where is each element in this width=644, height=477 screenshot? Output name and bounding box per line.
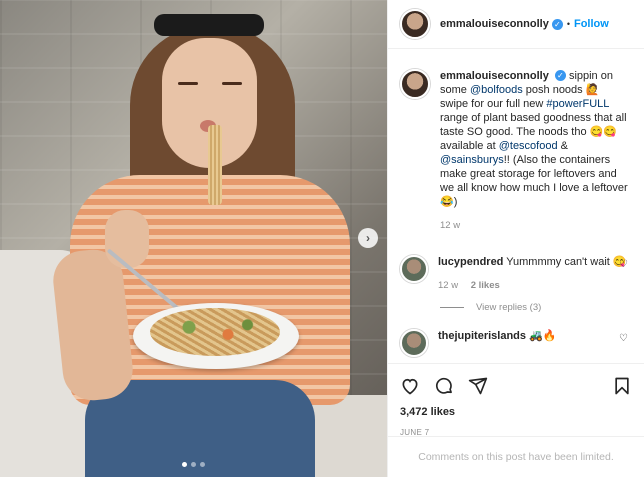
post-photo[interactable]: › <box>0 0 387 477</box>
hand <box>105 210 149 268</box>
comment-item: lucypendred Yummmmy can't wait 😋 12 w 2 … <box>400 255 632 293</box>
comment-icon[interactable] <box>434 376 454 396</box>
comment-text: 🚜🔥 <box>526 330 557 342</box>
heart-icon[interactable] <box>400 376 420 396</box>
share-icon[interactable] <box>468 376 488 396</box>
carousel-dot <box>200 462 205 467</box>
carousel-dots <box>182 462 205 467</box>
comments-list[interactable]: emmalouiseconnolly ✓ sippin on some @bol… <box>388 49 644 363</box>
caption-time[interactable]: 12 w <box>440 220 460 231</box>
comment-meta: 12 w 2 likes <box>438 279 628 293</box>
closed-eye-left <box>178 82 198 85</box>
mention-bolfoods[interactable]: @bolfoods <box>470 84 523 96</box>
comment-body: thejupiterislands 🚜🔥 <box>438 329 628 357</box>
follow-button[interactable]: Follow <box>574 18 609 30</box>
author-avatar[interactable] <box>400 9 430 39</box>
closed-eye-right <box>222 82 242 85</box>
caption-body: emmalouiseconnolly ✓ sippin on some @bol… <box>440 69 630 233</box>
chevron-right-icon: › <box>366 231 370 245</box>
carousel-dot-active <box>182 462 187 467</box>
caption: emmalouiseconnolly ✓ sippin on some @bol… <box>400 69 632 233</box>
comments-limited-notice: Comments on this post have been limited. <box>388 436 644 477</box>
comment-likes[interactable]: 2 likes <box>471 280 500 291</box>
post-actions: 3,472 likes JUNE 7 <box>388 363 644 437</box>
post-side-panel: emmalouiseconnolly ✓ • Follow emmalouise… <box>387 0 644 477</box>
commenter-avatar[interactable] <box>400 255 428 283</box>
likes-count[interactable]: 3,472 likes <box>400 406 632 418</box>
commenter-username[interactable]: thejupiterislands <box>438 330 526 342</box>
verified-badge-icon: ✓ <box>554 70 566 81</box>
caption-avatar[interactable] <box>400 69 430 99</box>
commenter-avatar[interactable] <box>400 329 428 357</box>
carousel-next-button[interactable]: › <box>358 228 378 248</box>
caption-meta: 12 w <box>440 219 630 233</box>
commenter-username[interactable]: lucypendred <box>438 256 503 268</box>
view-replies-row[interactable]: View replies (3) <box>440 302 632 313</box>
comment-item: thejupiterislands 🚜🔥 ♡ <box>400 329 632 357</box>
bookmark-icon[interactable] <box>612 376 632 396</box>
author-username[interactable]: emmalouiseconnolly <box>440 18 549 30</box>
noodle-dish <box>150 308 280 356</box>
caption-text: & <box>557 140 568 152</box>
separator-dot: • <box>566 19 570 29</box>
mention-tescofood[interactable]: @tescofood <box>499 140 558 152</box>
sunglasses <box>154 14 264 36</box>
comment-like-heart-icon[interactable]: ♡ <box>619 333 628 344</box>
post-header: emmalouiseconnolly ✓ • Follow <box>388 0 644 49</box>
mention-sainsburys[interactable]: @sainsburys <box>440 154 504 166</box>
verified-badge-icon: ✓ <box>551 18 563 30</box>
comment-time[interactable]: 12 w <box>438 280 458 291</box>
action-icons <box>400 374 632 398</box>
comment-body: lucypendred Yummmmy can't wait 😋 12 w 2 … <box>438 255 628 293</box>
carousel-dot <box>191 462 196 467</box>
reply-line <box>440 307 464 308</box>
comment-text: Yummmmy can't wait 😋 <box>503 256 627 268</box>
view-replies-link[interactable]: View replies (3) <box>476 302 541 313</box>
caption-username[interactable]: emmalouiseconnolly <box>440 70 549 82</box>
noodle-strand <box>208 125 222 205</box>
hashtag-powerfull[interactable]: #powerFULL <box>546 98 609 110</box>
comment-like-heart-icon[interactable]: ♡ <box>619 259 628 270</box>
